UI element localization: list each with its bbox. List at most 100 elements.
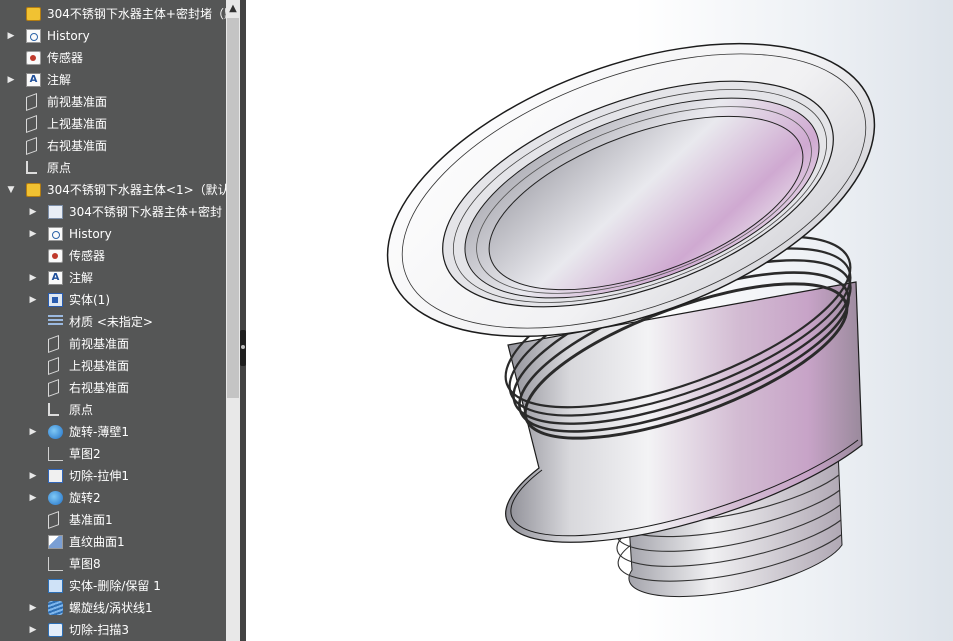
tree-item[interactable]: ▶ 注解: [0, 69, 226, 91]
sink-drain-model: [386, 42, 876, 598]
tree-item[interactable]: 304不锈钢下水器主体+密封堵（默认: [0, 3, 226, 25]
feature-tree-list: 304不锈钢下水器主体+密封堵（默认▶History传感器▶注解前视基准面上视基…: [0, 3, 226, 641]
sensor-icon: [26, 51, 41, 65]
tree-item[interactable]: 右视基准面: [0, 377, 226, 399]
expand-arrow-icon[interactable]: ▶: [6, 69, 16, 91]
tree-item[interactable]: ▼ 304不锈钢下水器主体<1>（默认: [0, 179, 226, 201]
scroll-thumb[interactable]: [227, 18, 239, 398]
tree-item[interactable]: 实体-删除/保留 1: [0, 575, 226, 597]
tree-item[interactable]: 直纹曲面1: [0, 531, 226, 553]
tree-item[interactable]: ▶ History: [0, 25, 226, 47]
feature-manager-tree: 304不锈钢下水器主体+密封堵（默认▶History传感器▶注解前视基准面上视基…: [0, 0, 240, 641]
expand-arrow-icon[interactable]: ▶: [28, 465, 38, 487]
revolve-icon: [48, 491, 63, 505]
plane-icon: [26, 92, 37, 112]
tree-item-label: 304不锈钢下水器主体+密封: [69, 205, 222, 219]
plane-icon: [48, 510, 59, 530]
expand-arrow-icon[interactable]: ▶: [6, 25, 16, 47]
tree-item-label: 螺旋线/涡状线1: [69, 601, 153, 615]
plane-icon: [48, 378, 59, 398]
tree-item[interactable]: ▶ 实体(1): [0, 289, 226, 311]
plane-icon: [26, 136, 37, 156]
expand-arrow-icon[interactable]: ▶: [28, 223, 38, 245]
tree-item[interactable]: ▶ 切除-拉伸1: [0, 465, 226, 487]
tree-item[interactable]: 原点: [0, 157, 226, 179]
tree-item-label: 基准面1: [69, 513, 113, 527]
expand-arrow-icon[interactable]: ▶: [28, 597, 38, 619]
tree-item[interactable]: 草图2: [0, 443, 226, 465]
tree-item-label: 原点: [69, 403, 94, 417]
collapse-arrow-icon[interactable]: ▼: [6, 179, 16, 201]
plane-icon: [48, 334, 59, 354]
tree-item-label: 传感器: [69, 249, 106, 263]
expand-arrow-icon[interactable]: ▶: [28, 619, 38, 641]
tree-item-label: 304不锈钢下水器主体+密封堵（默认: [47, 7, 226, 21]
tree-item-label: 直纹曲面1: [69, 535, 125, 549]
folder-icon: [48, 205, 63, 219]
tree-item[interactable]: 上视基准面: [0, 355, 226, 377]
revolve-icon: [48, 425, 63, 439]
tree-item-label: 注解: [47, 73, 72, 87]
tree-item[interactable]: 原点: [0, 399, 226, 421]
tree-item[interactable]: 右视基准面: [0, 135, 226, 157]
tree-item[interactable]: ▶ 切除-扫描3: [0, 619, 226, 641]
tree-item[interactable]: ▶ 螺旋线/涡状线1: [0, 597, 226, 619]
plane-icon: [26, 114, 37, 134]
tree-item-label: 上视基准面: [47, 117, 108, 131]
material-icon: [48, 315, 63, 329]
expand-arrow-icon[interactable]: ▶: [28, 289, 38, 311]
scroll-up-icon[interactable]: ▲: [226, 0, 240, 18]
tree-item-label: 草图2: [69, 447, 101, 461]
tree-item[interactable]: 基准面1: [0, 509, 226, 531]
plane-icon: [48, 356, 59, 376]
tree-item[interactable]: ▶ 304不锈钢下水器主体+密封: [0, 201, 226, 223]
tree-item[interactable]: 前视基准面: [0, 91, 226, 113]
tree-item-label: 实体(1): [69, 293, 110, 307]
tree-item-label: 304不锈钢下水器主体<1>（默认: [47, 183, 226, 197]
graphics-area[interactable]: [246, 0, 953, 641]
tree-item[interactable]: ▶ History: [0, 223, 226, 245]
helix-icon: [48, 601, 63, 615]
tree-item[interactable]: 材质 <未指定>: [0, 311, 226, 333]
sensor-icon: [48, 249, 63, 263]
part-icon: [26, 183, 41, 197]
tree-item-label: 右视基准面: [69, 381, 130, 395]
tree-item[interactable]: ▶ 旋转2: [0, 487, 226, 509]
sketch-icon: [48, 447, 63, 461]
expand-arrow-icon[interactable]: ▶: [28, 201, 38, 223]
tree-item[interactable]: 草图8: [0, 553, 226, 575]
tree-item-label: 材质 <未指定>: [69, 315, 153, 329]
annotation-icon: [48, 271, 63, 285]
part-icon: [26, 7, 41, 21]
history-icon: [26, 29, 41, 43]
tree-item[interactable]: ▶ 注解: [0, 267, 226, 289]
annotation-icon: [26, 73, 41, 87]
tree-item[interactable]: ▶ 旋转-薄壁1: [0, 421, 226, 443]
expand-arrow-icon[interactable]: ▶: [28, 487, 38, 509]
cut-extrude-icon: [48, 469, 63, 483]
tree-item[interactable]: 上视基准面: [0, 113, 226, 135]
tree-item[interactable]: 传感器: [0, 245, 226, 267]
origin-icon: [26, 161, 37, 174]
tree-item-label: 上视基准面: [69, 359, 130, 373]
tree-item-label: 切除-拉伸1: [69, 469, 129, 483]
tree-item-label: 旋转-薄壁1: [69, 425, 129, 439]
tree-item-label: 前视基准面: [47, 95, 108, 109]
tree-item[interactable]: 传感器: [0, 47, 226, 69]
cut-sweep-icon: [48, 623, 63, 637]
solid-body-icon: [48, 293, 63, 307]
ruled-surface-icon: [48, 535, 63, 549]
tree-item-label: 旋转2: [69, 491, 101, 505]
tree-scrollbar[interactable]: ▲: [226, 0, 240, 641]
tree-item-label: 实体-删除/保留 1: [69, 579, 161, 593]
tree-item-label: 切除-扫描3: [69, 623, 129, 637]
tree-item-label: 传感器: [47, 51, 84, 65]
expand-arrow-icon[interactable]: ▶: [28, 267, 38, 289]
tree-item-label: 前视基准面: [69, 337, 130, 351]
tree-item-label: 注解: [69, 271, 94, 285]
tree-item-label: History: [69, 227, 112, 241]
tree-item-label: 草图8: [69, 557, 101, 571]
expand-arrow-icon[interactable]: ▶: [28, 421, 38, 443]
history-icon: [48, 227, 63, 241]
tree-item[interactable]: 前视基准面: [0, 333, 226, 355]
